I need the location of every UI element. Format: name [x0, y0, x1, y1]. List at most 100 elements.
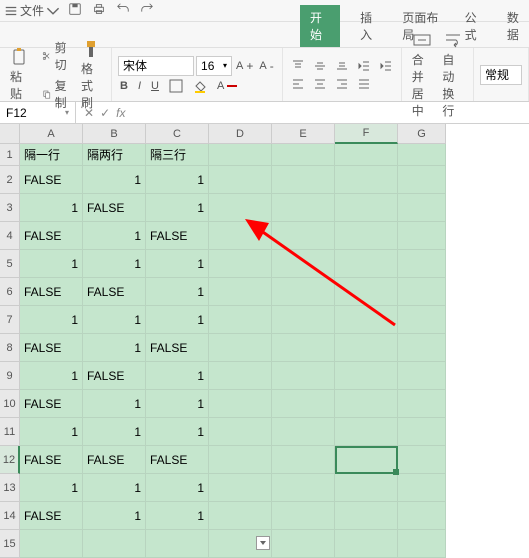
cell[interactable] — [272, 334, 335, 362]
cell[interactable]: 1 — [83, 390, 146, 418]
cell[interactable]: 1 — [146, 362, 209, 390]
decrease-font-button[interactable]: A- — [257, 56, 275, 76]
underline-button[interactable]: U — [149, 78, 161, 94]
cell[interactable] — [209, 278, 272, 306]
justify-button[interactable] — [355, 76, 373, 92]
border-button[interactable] — [167, 78, 185, 94]
cell[interactable] — [209, 166, 272, 194]
cell[interactable]: 1 — [83, 250, 146, 278]
cell[interactable]: FALSE — [20, 166, 83, 194]
cell[interactable]: 1 — [20, 362, 83, 390]
tab-start[interactable]: 开始 — [300, 5, 340, 47]
cell[interactable] — [272, 530, 335, 558]
cell[interactable] — [398, 194, 446, 222]
cell[interactable]: FALSE — [83, 446, 146, 474]
cell[interactable] — [209, 390, 272, 418]
font-size-select[interactable]: 16▾ — [196, 56, 232, 76]
cell[interactable] — [398, 334, 446, 362]
increase-font-button[interactable]: A+ — [234, 56, 255, 76]
cell[interactable] — [335, 166, 398, 194]
row-header[interactable]: 3 — [0, 194, 20, 222]
cell[interactable]: FALSE — [20, 278, 83, 306]
cell[interactable] — [272, 446, 335, 474]
cell[interactable] — [272, 250, 335, 278]
cell[interactable]: 1 — [20, 194, 83, 222]
cut-button[interactable]: 剪切 — [40, 38, 73, 74]
cell[interactable] — [335, 530, 398, 558]
cancel-formula-icon[interactable]: ✕ — [84, 106, 94, 120]
cell[interactable] — [335, 222, 398, 250]
cell[interactable] — [398, 222, 446, 250]
cell[interactable]: 1 — [83, 306, 146, 334]
cell[interactable] — [398, 474, 446, 502]
align-right-button[interactable] — [333, 76, 351, 92]
row-header[interactable]: 8 — [0, 334, 20, 362]
row-header[interactable]: 13 — [0, 474, 20, 502]
undo-icon[interactable] — [116, 2, 130, 19]
cell[interactable]: 隔一行 — [20, 144, 83, 166]
cell[interactable] — [335, 250, 398, 278]
filter-dropdown[interactable] — [256, 536, 270, 550]
cell[interactable]: 1 — [20, 306, 83, 334]
cell[interactable] — [209, 194, 272, 222]
cell[interactable]: FALSE — [83, 362, 146, 390]
cell[interactable] — [209, 474, 272, 502]
row-header[interactable]: 6 — [0, 278, 20, 306]
cell[interactable]: FALSE — [20, 502, 83, 530]
cell[interactable] — [398, 278, 446, 306]
save-icon[interactable] — [68, 2, 82, 19]
cell[interactable] — [398, 166, 446, 194]
cell[interactable] — [335, 144, 398, 166]
cell[interactable]: 1 — [146, 250, 209, 278]
cell[interactable] — [272, 194, 335, 222]
font-name-select[interactable]: 宋体 — [118, 56, 194, 76]
cell[interactable]: FALSE — [20, 222, 83, 250]
row-header[interactable]: 11 — [0, 418, 20, 446]
align-bottom-button[interactable] — [333, 58, 351, 74]
cell[interactable]: 隔两行 — [83, 144, 146, 166]
cell[interactable]: 1 — [146, 166, 209, 194]
align-center-button[interactable] — [311, 76, 329, 92]
row-header[interactable]: 4 — [0, 222, 20, 250]
file-menu[interactable]: 文件 — [4, 2, 60, 19]
cell[interactable] — [398, 390, 446, 418]
cell[interactable] — [272, 222, 335, 250]
cell[interactable] — [209, 418, 272, 446]
cell[interactable]: 1 — [146, 194, 209, 222]
cell[interactable] — [209, 362, 272, 390]
cell[interactable] — [335, 306, 398, 334]
cells-area[interactable]: 隔一行隔两行隔三行FALSE111FALSE1FALSE1FALSE111FAL… — [20, 144, 446, 558]
cell[interactable] — [272, 166, 335, 194]
font-color-button[interactable]: A — [215, 78, 239, 94]
cell[interactable]: 1 — [146, 502, 209, 530]
number-format-select[interactable]: 常规 — [480, 65, 522, 85]
cell[interactable]: 1 — [83, 418, 146, 446]
fill-color-button[interactable] — [191, 78, 209, 94]
cell[interactable] — [20, 530, 83, 558]
cell[interactable] — [272, 144, 335, 166]
cell[interactable] — [335, 278, 398, 306]
cell[interactable] — [335, 418, 398, 446]
cell[interactable] — [83, 530, 146, 558]
cell[interactable]: 1 — [83, 502, 146, 530]
cell[interactable]: 1 — [146, 278, 209, 306]
row-header[interactable]: 2 — [0, 166, 20, 194]
cell[interactable] — [335, 390, 398, 418]
cell[interactable] — [146, 530, 209, 558]
column-header[interactable]: E — [272, 124, 335, 144]
cell[interactable]: 1 — [20, 418, 83, 446]
name-box[interactable]: F12 ▾ — [0, 102, 76, 123]
print-icon[interactable] — [92, 2, 106, 19]
cell[interactable] — [398, 502, 446, 530]
cell[interactable] — [209, 334, 272, 362]
align-middle-button[interactable] — [311, 58, 329, 74]
row-header[interactable]: 14 — [0, 502, 20, 530]
cell[interactable]: FALSE — [146, 446, 209, 474]
cell[interactable] — [335, 362, 398, 390]
cell[interactable] — [272, 502, 335, 530]
row-header[interactable]: 9 — [0, 362, 20, 390]
merge-center-button[interactable]: 合并居中 — [408, 28, 437, 121]
cell[interactable]: 1 — [83, 474, 146, 502]
indent-increase-button[interactable] — [377, 58, 395, 74]
cell[interactable]: 1 — [83, 334, 146, 362]
